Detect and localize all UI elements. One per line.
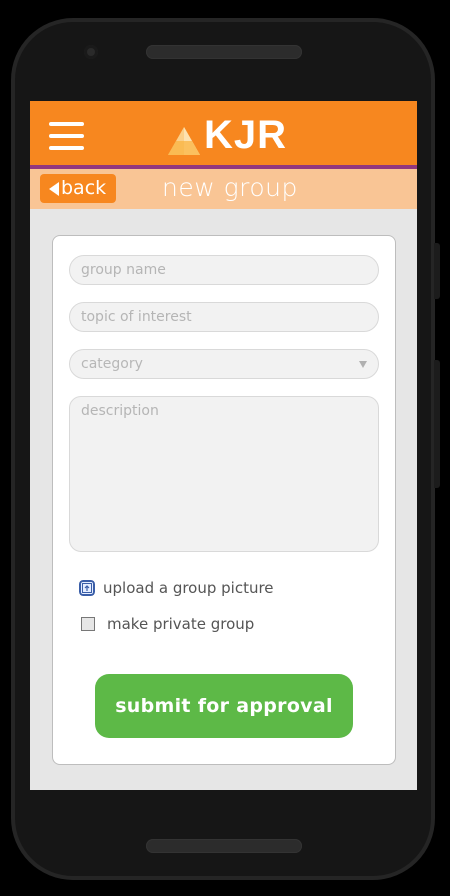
private-group-checkbox[interactable] — [81, 617, 95, 631]
new-group-form: category upload a group picture make pri… — [52, 235, 396, 765]
front-camera — [84, 45, 98, 59]
chevron-down-icon — [359, 361, 367, 368]
page-title: new group — [162, 173, 298, 202]
back-button[interactable]: back — [40, 174, 116, 203]
group-name-input[interactable] — [69, 255, 379, 285]
upload-picture-option[interactable]: upload a group picture — [79, 579, 274, 597]
app-logo: KJR — [166, 115, 287, 155]
private-group-label: make private group — [107, 615, 255, 633]
category-select-label: category — [81, 356, 143, 372]
app-header: KJR — [30, 101, 417, 169]
submit-for-approval-button[interactable]: submit for approval — [95, 674, 353, 738]
topic-input[interactable] — [69, 302, 379, 332]
logo-text: KJR — [204, 113, 288, 157]
app-screen: KJR back new group category upload a gro… — [30, 101, 417, 790]
upload-icon — [79, 580, 95, 596]
logo-triangle-icon — [168, 127, 200, 155]
category-select[interactable]: category — [69, 349, 379, 379]
sub-header: back new group — [30, 169, 417, 209]
power-button — [434, 243, 440, 299]
volume-button — [434, 360, 440, 488]
hamburger-icon[interactable] — [49, 122, 84, 150]
bottom-speaker — [146, 839, 302, 853]
upload-picture-label: upload a group picture — [103, 579, 274, 597]
back-label: back — [61, 177, 107, 199]
back-arrow-icon — [49, 181, 59, 196]
earpiece-speaker — [146, 45, 302, 59]
private-group-option[interactable]: make private group — [79, 615, 254, 633]
description-textarea[interactable] — [69, 396, 379, 552]
